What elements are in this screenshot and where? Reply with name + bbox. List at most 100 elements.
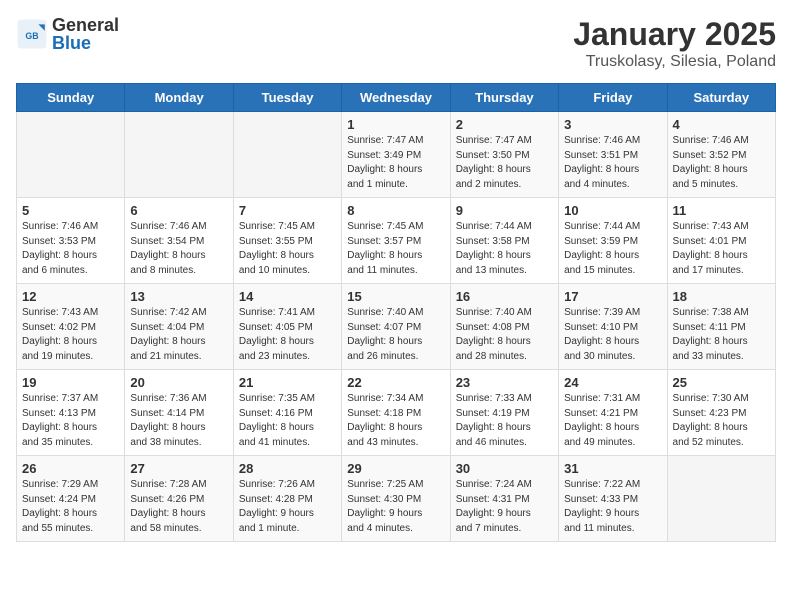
day-number: 18 bbox=[673, 289, 770, 304]
day-number: 1 bbox=[347, 117, 444, 132]
calendar-cell: 9Sunrise: 7:44 AM Sunset: 3:58 PM Daylig… bbox=[450, 198, 558, 284]
calendar-cell: 27 Sunrise: 7:28 AM Sunset: 4:26 PM Dayli… bbox=[125, 456, 233, 542]
calendar-cell: 31 Sunrise: 7:22 AM Sunset: 4:33 PM Dayli… bbox=[559, 456, 667, 542]
calendar-day-header: Tuesday bbox=[233, 84, 341, 112]
day-info: Sunrise: 7:41 AM Sunset: 4:05 PM Dayligh… bbox=[239, 306, 336, 364]
day-number: 12 bbox=[22, 289, 119, 304]
calendar-cell: 16Sunrise: 7:40 AM Sunset: 4:08 PM Dayli… bbox=[450, 284, 558, 370]
calendar-cell: 11 Sunrise: 7:43 AM Sunset: 4:01 PM Dayli… bbox=[667, 198, 775, 284]
day-number: 26 bbox=[22, 461, 119, 476]
logo-general: General bbox=[52, 16, 119, 34]
calendar-week-row: 26 Sunrise: 7:29 AM Sunset: 4:24 PM Dayli… bbox=[17, 456, 776, 542]
day-info: Sunrise: 7:46 AM Sunset: 3:51 PM Dayligh… bbox=[564, 134, 661, 192]
day-number: 27 bbox=[130, 461, 227, 476]
calendar-cell: 3 Sunrise: 7:46 AM Sunset: 3:51 PM Daylig… bbox=[559, 112, 667, 198]
day-info: Sunrise: 7:46 AM Sunset: 3:53 PM Dayligh… bbox=[22, 220, 119, 278]
day-info: Sunrise: 7:34 AM Sunset: 4:18 PM Dayligh… bbox=[347, 392, 444, 450]
day-number: 19 bbox=[22, 375, 119, 390]
calendar-week-row: 19 Sunrise: 7:37 AM Sunset: 4:13 PM Dayli… bbox=[17, 370, 776, 456]
day-number: 10 bbox=[564, 203, 661, 218]
logo: GB General Blue bbox=[16, 16, 119, 52]
day-info: Sunrise: 7:24 AM Sunset: 4:31 PM Dayligh… bbox=[456, 478, 553, 536]
calendar-cell: 25Sunrise: 7:30 AM Sunset: 4:23 PM Dayli… bbox=[667, 370, 775, 456]
day-number: 4 bbox=[673, 117, 770, 132]
calendar-cell bbox=[17, 112, 125, 198]
calendar-day-header: Sunday bbox=[17, 84, 125, 112]
calendar-cell: 22 Sunrise: 7:34 AM Sunset: 4:18 PM Dayli… bbox=[342, 370, 450, 456]
day-info: Sunrise: 7:43 AM Sunset: 4:02 PM Dayligh… bbox=[22, 306, 119, 364]
day-info: Sunrise: 7:37 AM Sunset: 4:13 PM Dayligh… bbox=[22, 392, 119, 450]
calendar-cell: 6 Sunrise: 7:46 AM Sunset: 3:54 PM Daylig… bbox=[125, 198, 233, 284]
calendar-cell: 23Sunrise: 7:33 AM Sunset: 4:19 PM Dayli… bbox=[450, 370, 558, 456]
calendar-cell: 24 Sunrise: 7:31 AM Sunset: 4:21 PM Dayli… bbox=[559, 370, 667, 456]
day-number: 3 bbox=[564, 117, 661, 132]
day-info: Sunrise: 7:22 AM Sunset: 4:33 PM Dayligh… bbox=[564, 478, 661, 536]
calendar-cell: 13 Sunrise: 7:42 AM Sunset: 4:04 PM Dayli… bbox=[125, 284, 233, 370]
day-number: 23 bbox=[456, 375, 553, 390]
calendar-cell: 10 Sunrise: 7:44 AM Sunset: 3:59 PM Dayli… bbox=[559, 198, 667, 284]
calendar-cell: 4 Sunrise: 7:46 AM Sunset: 3:52 PM Daylig… bbox=[667, 112, 775, 198]
title-block: January 2025 Truskolasy, Silesia, Poland bbox=[573, 16, 776, 71]
calendar-cell: 7Sunrise: 7:45 AM Sunset: 3:55 PM Daylig… bbox=[233, 198, 341, 284]
calendar-cell: 2 Sunrise: 7:47 AM Sunset: 3:50 PM Daylig… bbox=[450, 112, 558, 198]
day-info: Sunrise: 7:40 AM Sunset: 4:08 PM Dayligh… bbox=[456, 306, 553, 364]
day-number: 24 bbox=[564, 375, 661, 390]
day-info: Sunrise: 7:39 AM Sunset: 4:10 PM Dayligh… bbox=[564, 306, 661, 364]
page-header: GB General Blue January 2025 Truskolasy,… bbox=[16, 16, 776, 71]
day-number: 15 bbox=[347, 289, 444, 304]
logo-text: General Blue bbox=[52, 16, 119, 52]
calendar-cell: 21Sunrise: 7:35 AM Sunset: 4:16 PM Dayli… bbox=[233, 370, 341, 456]
calendar-cell bbox=[667, 456, 775, 542]
calendar-cell: 18Sunrise: 7:38 AM Sunset: 4:11 PM Dayli… bbox=[667, 284, 775, 370]
day-number: 31 bbox=[564, 461, 661, 476]
subtitle: Truskolasy, Silesia, Poland bbox=[573, 53, 776, 71]
day-info: Sunrise: 7:29 AM Sunset: 4:24 PM Dayligh… bbox=[22, 478, 119, 536]
day-info: Sunrise: 7:36 AM Sunset: 4:14 PM Dayligh… bbox=[130, 392, 227, 450]
day-number: 5 bbox=[22, 203, 119, 218]
day-info: Sunrise: 7:28 AM Sunset: 4:26 PM Dayligh… bbox=[130, 478, 227, 536]
calendar-cell: 14 Sunrise: 7:41 AM Sunset: 4:05 PM Dayli… bbox=[233, 284, 341, 370]
day-info: Sunrise: 7:43 AM Sunset: 4:01 PM Dayligh… bbox=[673, 220, 770, 278]
day-info: Sunrise: 7:42 AM Sunset: 4:04 PM Dayligh… bbox=[130, 306, 227, 364]
day-number: 22 bbox=[347, 375, 444, 390]
calendar-day-header: Saturday bbox=[667, 84, 775, 112]
calendar-week-row: 1 Sunrise: 7:47 AM Sunset: 3:49 PM Daylig… bbox=[17, 112, 776, 198]
day-info: Sunrise: 7:46 AM Sunset: 3:54 PM Dayligh… bbox=[130, 220, 227, 278]
day-number: 14 bbox=[239, 289, 336, 304]
logo-icon: GB bbox=[16, 18, 48, 50]
main-title: January 2025 bbox=[573, 16, 776, 53]
day-info: Sunrise: 7:47 AM Sunset: 3:49 PM Dayligh… bbox=[347, 134, 444, 192]
day-number: 6 bbox=[130, 203, 227, 218]
calendar-cell: 12 Sunrise: 7:43 AM Sunset: 4:02 PM Dayli… bbox=[17, 284, 125, 370]
day-info: Sunrise: 7:47 AM Sunset: 3:50 PM Dayligh… bbox=[456, 134, 553, 192]
calendar-day-header: Friday bbox=[559, 84, 667, 112]
day-info: Sunrise: 7:26 AM Sunset: 4:28 PM Dayligh… bbox=[239, 478, 336, 536]
calendar-cell: 19 Sunrise: 7:37 AM Sunset: 4:13 PM Dayli… bbox=[17, 370, 125, 456]
day-number: 17 bbox=[564, 289, 661, 304]
day-number: 2 bbox=[456, 117, 553, 132]
day-number: 7 bbox=[239, 203, 336, 218]
day-info: Sunrise: 7:35 AM Sunset: 4:16 PM Dayligh… bbox=[239, 392, 336, 450]
calendar-cell bbox=[233, 112, 341, 198]
day-number: 13 bbox=[130, 289, 227, 304]
calendar-cell: 5 Sunrise: 7:46 AM Sunset: 3:53 PM Daylig… bbox=[17, 198, 125, 284]
day-info: Sunrise: 7:46 AM Sunset: 3:52 PM Dayligh… bbox=[673, 134, 770, 192]
calendar-week-row: 5 Sunrise: 7:46 AM Sunset: 3:53 PM Daylig… bbox=[17, 198, 776, 284]
calendar-cell: 26 Sunrise: 7:29 AM Sunset: 4:24 PM Dayli… bbox=[17, 456, 125, 542]
day-info: Sunrise: 7:25 AM Sunset: 4:30 PM Dayligh… bbox=[347, 478, 444, 536]
calendar-cell: 20 Sunrise: 7:36 AM Sunset: 4:14 PM Dayli… bbox=[125, 370, 233, 456]
calendar-cell: 15Sunrise: 7:40 AM Sunset: 4:07 PM Dayli… bbox=[342, 284, 450, 370]
day-info: Sunrise: 7:31 AM Sunset: 4:21 PM Dayligh… bbox=[564, 392, 661, 450]
calendar-table: SundayMondayTuesdayWednesdayThursdayFrid… bbox=[16, 83, 776, 542]
day-number: 9 bbox=[456, 203, 553, 218]
logo-blue: Blue bbox=[52, 34, 119, 52]
day-number: 20 bbox=[130, 375, 227, 390]
calendar-day-header: Monday bbox=[125, 84, 233, 112]
day-number: 11 bbox=[673, 203, 770, 218]
calendar-week-row: 12 Sunrise: 7:43 AM Sunset: 4:02 PM Dayli… bbox=[17, 284, 776, 370]
calendar-cell: 1 Sunrise: 7:47 AM Sunset: 3:49 PM Daylig… bbox=[342, 112, 450, 198]
svg-text:GB: GB bbox=[25, 31, 38, 41]
day-number: 28 bbox=[239, 461, 336, 476]
day-info: Sunrise: 7:45 AM Sunset: 3:57 PM Dayligh… bbox=[347, 220, 444, 278]
day-info: Sunrise: 7:44 AM Sunset: 3:59 PM Dayligh… bbox=[564, 220, 661, 278]
